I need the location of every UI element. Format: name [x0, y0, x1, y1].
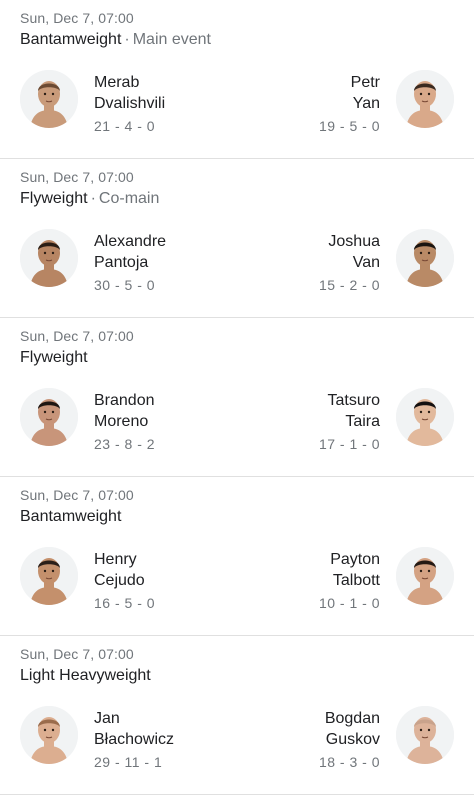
fighter-first-name: Tatsuro — [327, 392, 380, 409]
fighter-last-name: Guskov — [325, 731, 380, 748]
fighter-first-name: Joshua — [328, 233, 380, 250]
weight-class: Flyweight — [20, 349, 88, 366]
fighter-avatar — [396, 706, 454, 764]
fight-header: Flyweight — [20, 349, 88, 367]
fighter-avatar — [396, 70, 454, 128]
fighter-first-name: Petr — [350, 74, 380, 91]
fighter-record: 18 - 3 - 0 — [318, 754, 380, 770]
header-separator: · — [124, 31, 130, 48]
fighter-last-name: Talbott — [332, 572, 380, 589]
fight-card[interactable]: Sun, Dec 7, 07:00 Flyweight · Co-main Alexan… — [0, 159, 474, 318]
fight-date: Sun, Dec 7, 07:00 — [20, 10, 134, 26]
fighter-last-name: Van — [352, 254, 380, 271]
fighter-left[interactable]: Henry Cejudo 16 - 5 - 0 — [20, 547, 220, 611]
fighter-record: 10 - 1 - 0 — [318, 595, 380, 611]
fighter-avatar — [396, 388, 454, 446]
fighter-first-name: Bogdan — [324, 710, 380, 727]
fight-header: Flyweight · Co-main — [20, 190, 159, 208]
fighter-last-name: Błachowicz — [94, 731, 175, 748]
fighter-last-name: Taira — [345, 413, 380, 430]
fighter-left[interactable]: Alexandre Pantoja 30 - 5 - 0 — [20, 229, 220, 293]
fighter-first-name: Brandon — [94, 392, 155, 409]
header-separator: · — [90, 190, 96, 207]
fight-header: Bantamweight · Main event — [20, 31, 211, 49]
fight-tag: Co-main — [98, 190, 160, 207]
fighter-record: 17 - 1 - 0 — [318, 436, 380, 452]
fighter-avatar — [20, 388, 78, 446]
fighter-avatar — [396, 229, 454, 287]
fight-tag: Main event — [132, 31, 211, 48]
fighter-avatar — [20, 70, 78, 128]
fight-date: Sun, Dec 7, 07:00 — [20, 487, 134, 503]
fighter-last-name: Yan — [352, 95, 380, 112]
fight-card[interactable]: Sun, Dec 7, 07:00 Bantamweight · Main event… — [0, 0, 474, 159]
fighter-left[interactable]: Brandon Moreno 23 - 8 - 2 — [20, 388, 220, 452]
weight-class: Light Heavyweight — [20, 667, 151, 684]
fight-list: Sun, Dec 7, 07:00 Bantamweight · Main event… — [0, 0, 474, 795]
fighter-record: 21 - 4 - 0 — [94, 118, 156, 134]
fighter-first-name: Merab — [94, 74, 140, 91]
fighter-right[interactable]: Payton Talbott 10 - 1 - 0 — [254, 547, 454, 611]
fight-date: Sun, Dec 7, 07:00 — [20, 328, 134, 344]
fighter-first-name: Payton — [330, 551, 380, 568]
fighter-avatar — [20, 547, 78, 605]
weight-class: Bantamweight — [20, 508, 122, 525]
fighter-record: 23 - 8 - 2 — [94, 436, 156, 452]
weight-class: Flyweight — [20, 190, 88, 207]
fighter-last-name: Pantoja — [94, 254, 149, 271]
fighter-record: 16 - 5 - 0 — [94, 595, 156, 611]
fighter-last-name: Cejudo — [94, 572, 145, 589]
fighter-right[interactable]: Joshua Van 15 - 2 - 0 — [254, 229, 454, 293]
fighter-record: 19 - 5 - 0 — [318, 118, 380, 134]
fighter-first-name: Alexandre — [94, 233, 167, 250]
fight-card[interactable]: Sun, Dec 7, 07:00 Light Heavyweight Jan Bła… — [0, 636, 474, 795]
fighter-left[interactable]: Jan Błachowicz 29 - 11 - 1 — [20, 706, 220, 770]
fight-card[interactable]: Sun, Dec 7, 07:00 Bantamweight Henry Cejudo… — [0, 477, 474, 636]
fighter-right[interactable]: Petr Yan 19 - 5 - 0 — [254, 70, 454, 134]
fighter-record: 30 - 5 - 0 — [94, 277, 156, 293]
fighter-last-name: Dvalishvili — [94, 95, 166, 112]
fighter-first-name: Jan — [94, 710, 120, 727]
fight-header: Light Heavyweight — [20, 667, 151, 685]
fighter-avatar — [20, 706, 78, 764]
fighter-record: 29 - 11 - 1 — [94, 754, 163, 770]
fighter-last-name: Moreno — [94, 413, 149, 430]
weight-class: Bantamweight — [20, 31, 122, 48]
fighter-left[interactable]: Merab Dvalishvili 21 - 4 - 0 — [20, 70, 220, 134]
fight-date: Sun, Dec 7, 07:00 — [20, 646, 134, 662]
fight-card[interactable]: Sun, Dec 7, 07:00 Flyweight Brandon Moreno 2… — [0, 318, 474, 477]
fighter-right[interactable]: Tatsuro Taira 17 - 1 - 0 — [254, 388, 454, 452]
fighter-record: 15 - 2 - 0 — [318, 277, 380, 293]
fight-header: Bantamweight — [20, 508, 121, 526]
fighter-avatar — [396, 547, 454, 605]
fight-date: Sun, Dec 7, 07:00 — [20, 169, 134, 185]
fighter-avatar — [20, 229, 78, 287]
fighter-right[interactable]: Bogdan Guskov 18 - 3 - 0 — [254, 706, 454, 770]
fighter-first-name: Henry — [94, 551, 137, 568]
